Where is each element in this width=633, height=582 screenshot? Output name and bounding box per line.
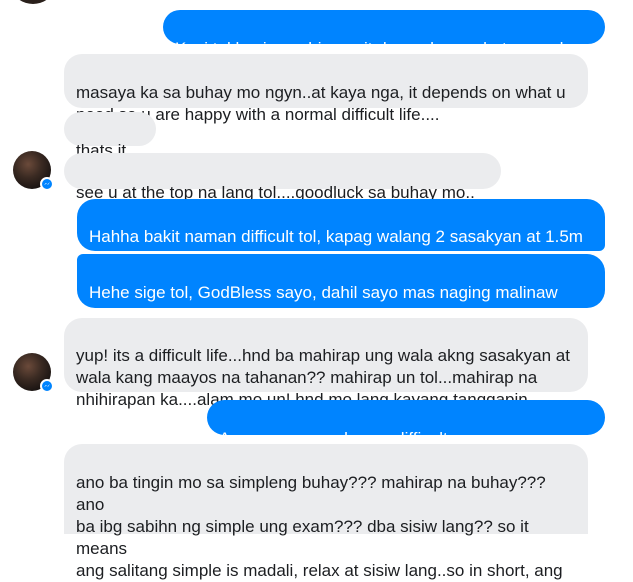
message-bubble-outgoing[interactable]: Hahha bakit naman difficult tol, kapag w…: [77, 199, 605, 268]
avatar[interactable]: [13, 353, 54, 393]
message-text: ano ba tingin mo sa simpleng buhay??? ma…: [76, 473, 563, 580]
message-bubble-outgoing[interactable]: Hehe sige tol, GodBless sayo, dahil sayo…: [77, 254, 605, 346]
avatar[interactable]: [13, 151, 54, 191]
message-bubble-incoming[interactable]: see u at the top na lang tol....goodluck…: [64, 153, 501, 222]
message-bubble-incoming[interactable]: masaya ka sa buhay mo ngyn..at kaya nga,…: [64, 54, 588, 124]
messenger-badge-icon: [40, 379, 54, 393]
message-bubble-incoming[interactable]: yup! its a difficult life...hnd ba mahir…: [64, 318, 588, 409]
message-bubble-outgoing[interactable]: Kasi tol kanina sabi mo.. it depends on …: [163, 10, 605, 80]
message-bubble-incoming[interactable]: thats it...: [64, 112, 156, 160]
message-bubble-incoming[interactable]: ano ba tingin mo sa simpleng buhay??? ma…: [64, 444, 588, 580]
messenger-badge-icon: [40, 177, 54, 191]
avatar[interactable]: [14, 0, 52, 4]
message-bubble-outgoing[interactable]: Ayy... ganyan pala ang difficult sayo pr…: [207, 400, 605, 470]
